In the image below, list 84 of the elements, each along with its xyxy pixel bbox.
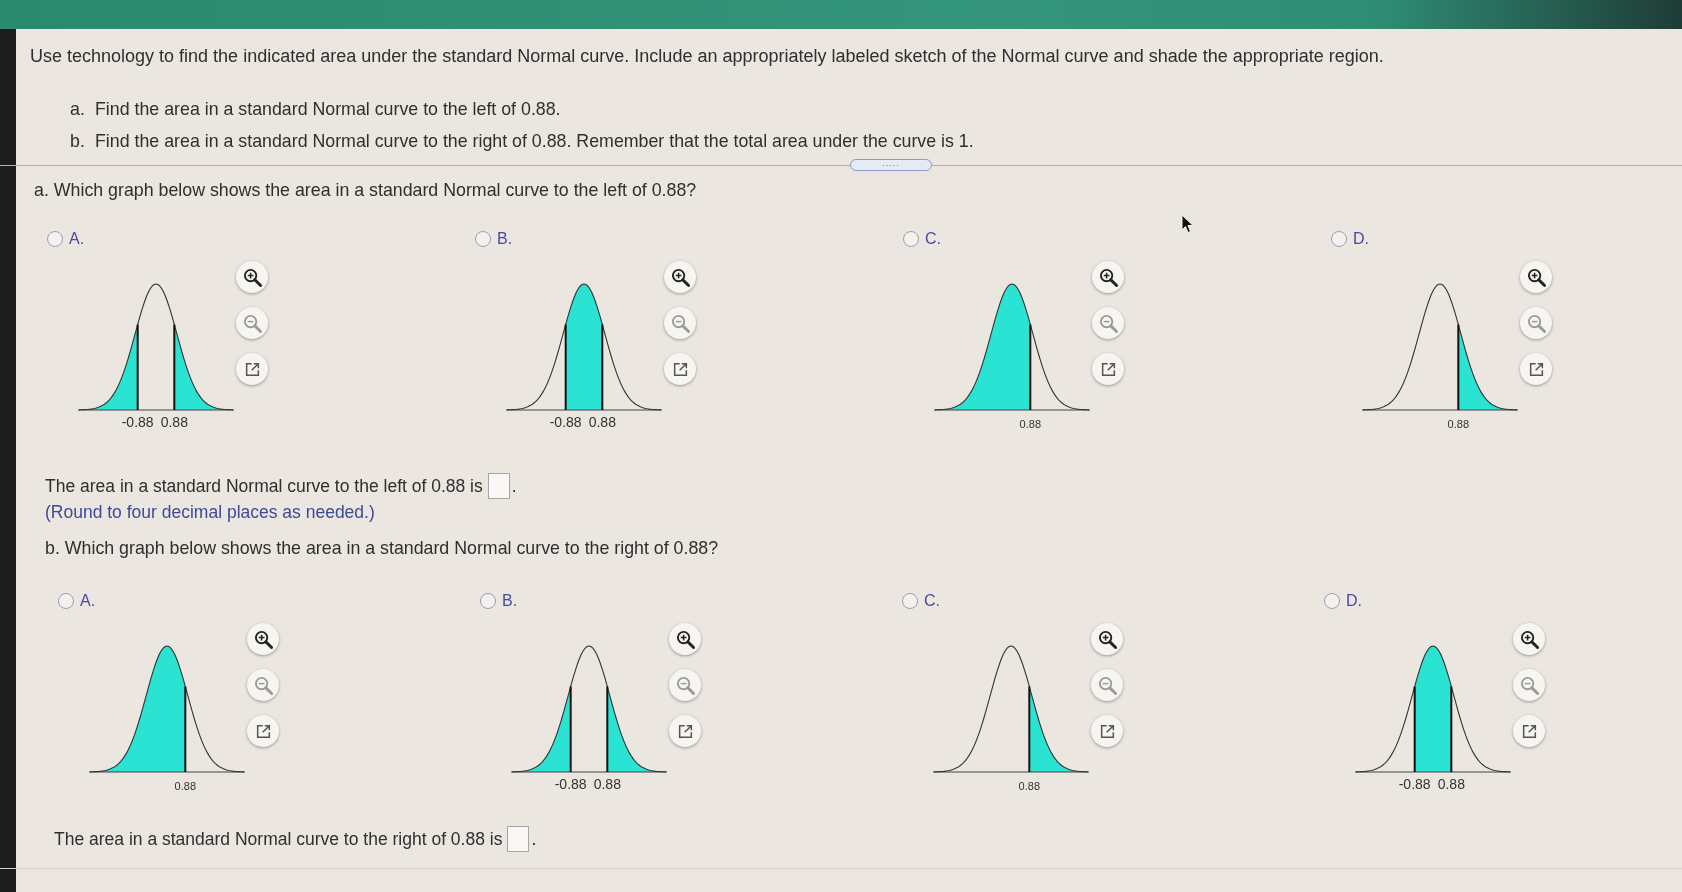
zoom-in-button[interactable]: [236, 261, 268, 293]
radio-button[interactable]: [903, 231, 919, 247]
radio-button[interactable]: [902, 593, 918, 609]
punctuation-text: .: [531, 828, 537, 850]
external-link-icon: [672, 361, 688, 377]
zoom-in-button[interactable]: [1091, 623, 1123, 655]
pop-out-button[interactable]: [669, 715, 701, 747]
axis-label: -0.88: [554, 777, 587, 792]
zoom-in-icon: [1519, 629, 1539, 649]
axis-label: 0.88: [593, 777, 621, 792]
pop-out-button[interactable]: [236, 353, 268, 385]
axis-label: 0.88: [1447, 417, 1469, 432]
option-label: B.: [502, 592, 518, 610]
zoom-in-icon: [670, 267, 690, 287]
question-part-text: Find the area in a standard Normal curve to the right of 0.88. Remember that the total area under the curve is 1.: [95, 130, 974, 152]
external-link-icon: [1100, 361, 1116, 377]
question-part-text: Find the area in a standard Normal curve to the left of 0.88.: [95, 98, 561, 120]
list-marker: a.: [70, 98, 86, 120]
external-link-icon: [677, 723, 693, 739]
option-label: A.: [69, 230, 85, 248]
zoom-out-icon: [675, 675, 695, 695]
zoom-out-icon: [242, 313, 262, 333]
option-label: D.: [1346, 592, 1362, 610]
radio-button[interactable]: [1331, 231, 1347, 247]
zoom-in-button[interactable]: [1520, 261, 1552, 293]
option-label: D.: [1353, 230, 1369, 248]
radio-button[interactable]: [1324, 593, 1340, 609]
external-link-icon: [1521, 723, 1537, 739]
axis-label: -0.88: [121, 415, 154, 430]
external-link-icon: [1528, 361, 1544, 377]
external-link-icon: [255, 723, 271, 739]
question-prompt: b. Which graph below shows the area in a standard Normal curve to the right of 0.88?: [45, 537, 720, 559]
zoom-in-icon: [1098, 267, 1118, 287]
pop-out-button[interactable]: [1520, 353, 1552, 385]
answer-field[interactable]: [507, 826, 530, 852]
zoom-in-button[interactable]: [664, 261, 696, 293]
axis-label: 0.88: [160, 415, 188, 430]
zoom-out-icon: [1098, 313, 1118, 333]
pop-out-button[interactable]: [1092, 353, 1124, 385]
list-marker: b.: [70, 130, 86, 152]
zoom-in-icon: [1526, 267, 1546, 287]
answer-prompt: The area in a standard Normal curve to the right of 0.88 is: [54, 828, 503, 850]
pop-out-button[interactable]: [247, 715, 279, 747]
axis-label: -0.88: [549, 415, 582, 430]
option-label: C.: [924, 592, 940, 610]
expand-button[interactable]: .....: [850, 159, 932, 171]
option-label: B.: [497, 230, 513, 248]
zoom-in-icon: [253, 629, 273, 649]
option-label: A.: [80, 592, 96, 610]
zoom-in-icon: [1097, 629, 1117, 649]
zoom-in-button[interactable]: [1092, 261, 1124, 293]
zoom-in-icon: [675, 629, 695, 649]
mouse-pointer-icon: [1181, 214, 1194, 234]
zoom-in-icon: [242, 267, 262, 287]
zoom-out-icon: [1097, 675, 1117, 695]
hint-text: (Round to four decimal places as needed.): [45, 501, 376, 523]
radio-button[interactable]: [58, 593, 74, 609]
zoom-out-icon: [1519, 675, 1539, 695]
option-label: C.: [925, 230, 941, 248]
pop-out-button[interactable]: [1091, 715, 1123, 747]
answer-prompt: The area in a standard Normal curve to the left of 0.88 is: [45, 475, 483, 497]
axis-label: 0.88: [588, 415, 616, 430]
pop-out-button[interactable]: [1513, 715, 1545, 747]
radio-button[interactable]: [475, 231, 491, 247]
axis-label: 0.88: [1018, 779, 1040, 794]
radio-button[interactable]: [480, 593, 496, 609]
question-text: Use technology to find the indicated area under the standard Normal curve. Include an appropriately labeled sketch of the Normal curve and shade the appropriate region.: [30, 45, 1385, 67]
pop-out-button[interactable]: [664, 353, 696, 385]
question-prompt: a. Which graph below shows the area in a standard Normal curve to the left of 0.88?: [34, 179, 698, 201]
axis-label: 0.88: [174, 779, 196, 794]
answer-field[interactable]: [487, 473, 510, 499]
external-link-icon: [244, 361, 260, 377]
radio-button[interactable]: [47, 231, 63, 247]
axis-label: 0.88: [1437, 777, 1465, 792]
punctuation-text: .: [511, 475, 517, 497]
zoom-out-icon: [253, 675, 273, 695]
zoom-out-icon: [670, 313, 690, 333]
zoom-in-button[interactable]: [247, 623, 279, 655]
axis-label: 0.88: [1019, 417, 1041, 432]
axis-label: -0.88: [1398, 777, 1431, 792]
external-link-icon: [1099, 723, 1115, 739]
zoom-out-icon: [1526, 313, 1546, 333]
zoom-in-button[interactable]: [669, 623, 701, 655]
zoom-in-button[interactable]: [1513, 623, 1545, 655]
